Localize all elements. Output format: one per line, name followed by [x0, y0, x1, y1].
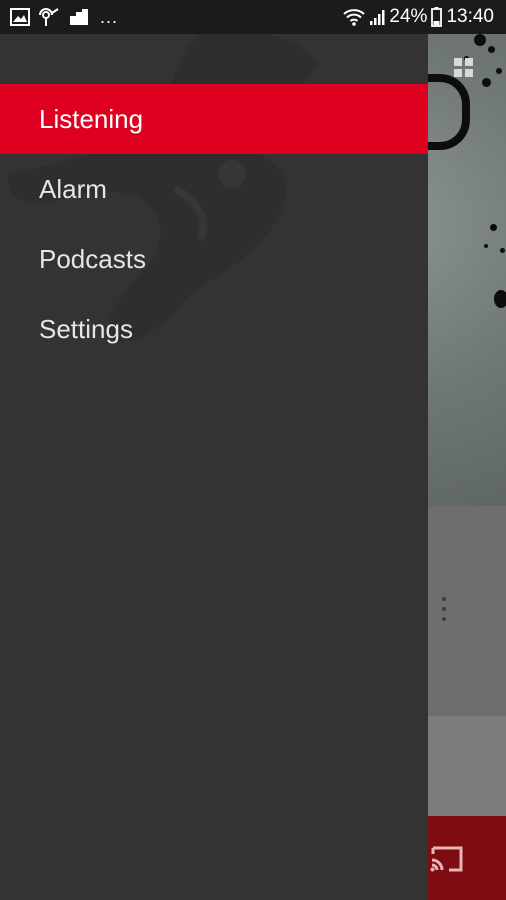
drawer-item-label: Alarm [39, 173, 107, 204]
status-left-icons: ... [10, 6, 118, 28]
drawer-scrim[interactable] [428, 34, 506, 900]
status-bar: ... 24% 13:40 [0, 0, 506, 34]
drawer-menu: Listening Alarm Podcasts Settings [0, 84, 428, 364]
drawer-item-settings[interactable]: Settings [0, 294, 428, 364]
screen: ... 24% 13:40 Listening Alarm Podcasts S… [0, 0, 506, 900]
drawer-item-podcasts[interactable]: Podcasts [0, 224, 428, 294]
drawer-item-label: Settings [39, 313, 133, 344]
navigation-drawer: Listening Alarm Podcasts Settings [0, 34, 428, 900]
wifi-icon [343, 9, 366, 26]
drawer-item-listening[interactable]: Listening [0, 84, 428, 154]
battery-icon [431, 7, 443, 27]
status-more-dots: ... [100, 6, 119, 27]
drawer-item-label: Podcasts [39, 243, 146, 274]
status-time: 13:40 [446, 6, 494, 27]
notification-icon [70, 9, 88, 25]
radio-icon [39, 8, 59, 26]
gallery-icon [10, 8, 30, 26]
drawer-item-alarm[interactable]: Alarm [0, 154, 428, 224]
drawer-item-label: Listening [39, 103, 144, 134]
status-right-icons: 24% 13:40 [343, 5, 494, 29]
signal-icon [370, 10, 385, 25]
battery-percent: 24% [389, 6, 428, 27]
